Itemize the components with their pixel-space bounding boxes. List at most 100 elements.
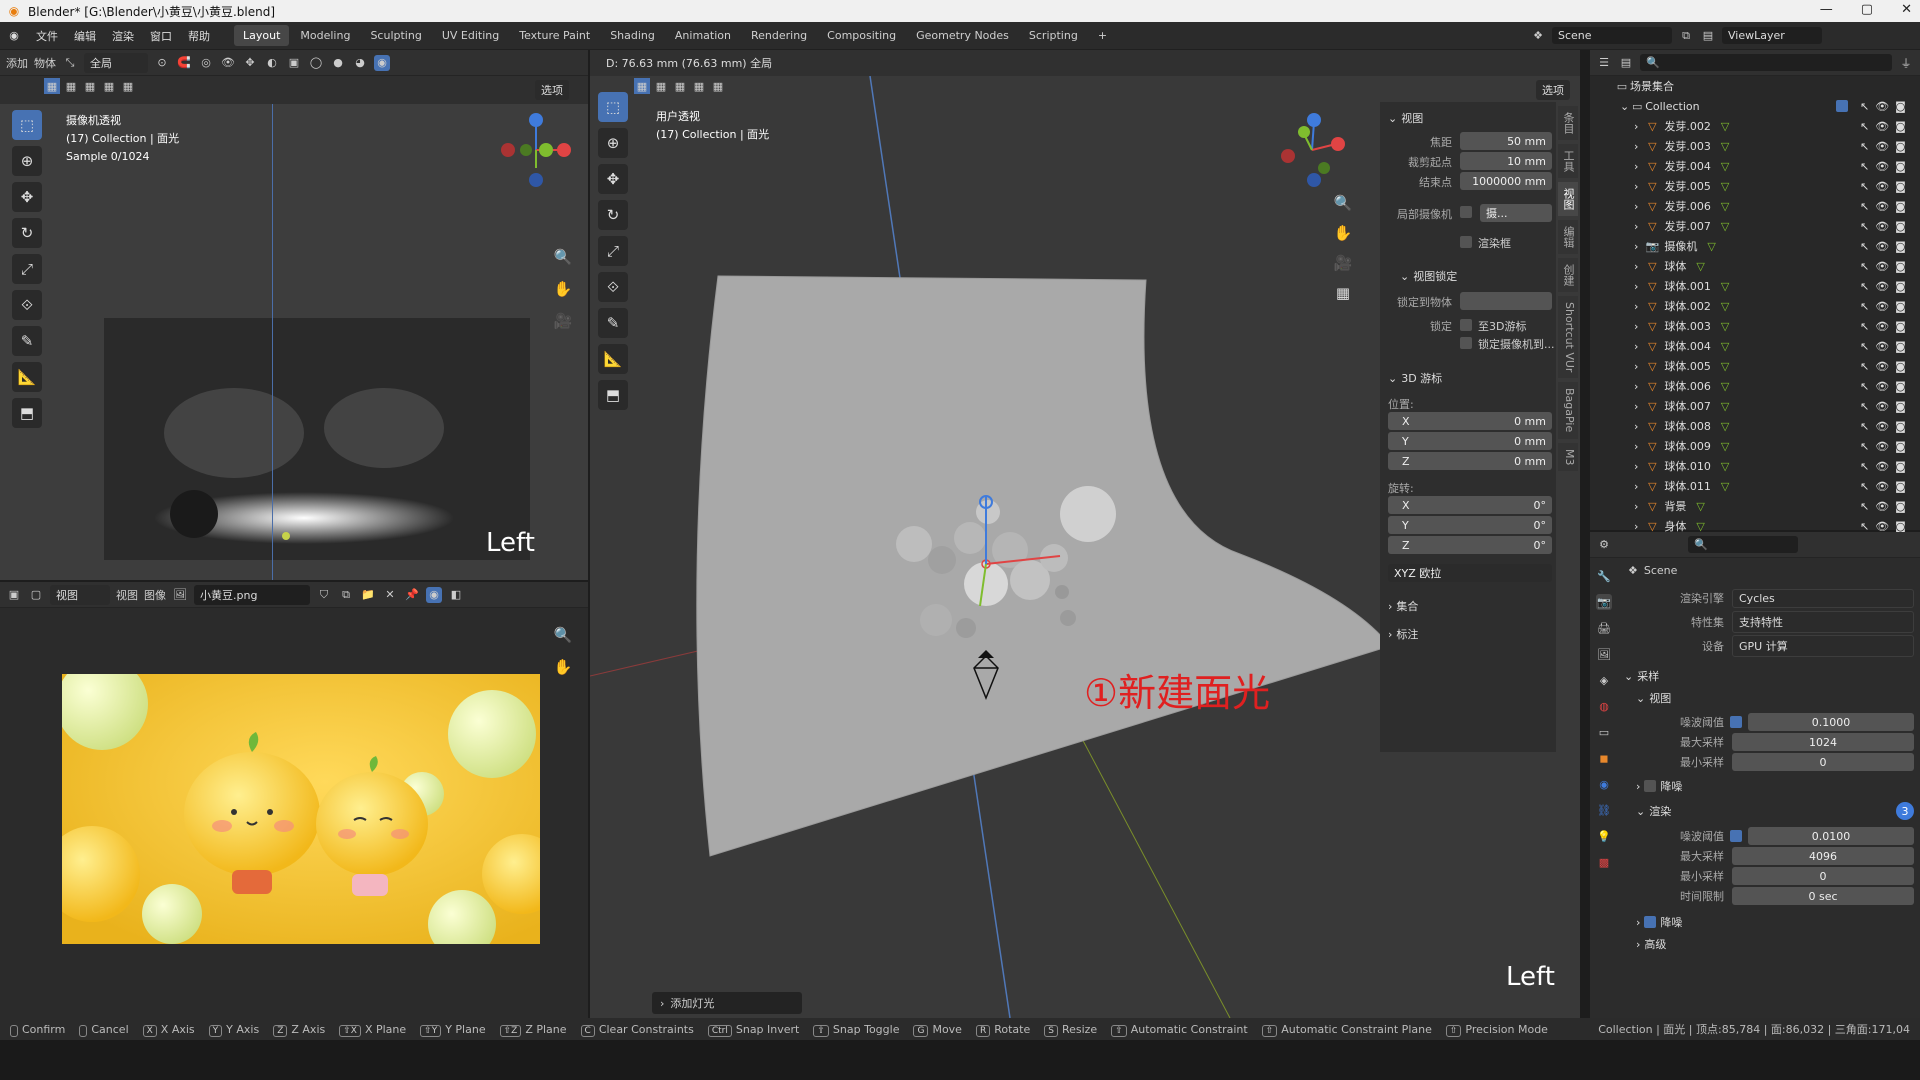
outliner-item[interactable]: › ▽ 球体.005 ▽ ↖👁◙	[1590, 356, 1920, 376]
outliner-item[interactable]: › ▽ 球体.008 ▽ ↖👁◙	[1590, 416, 1920, 436]
collection-section[interactable]: › 集合	[1388, 598, 1418, 614]
annotation-section[interactable]: › 标注	[1388, 626, 1418, 642]
outliner-item[interactable]: › ▽ 球体.001 ▽ ↖👁◙	[1590, 276, 1920, 296]
main-select-tool-icon[interactable]: ⬚	[598, 92, 628, 122]
view-lock-section[interactable]: ⌄ 视图锁定	[1400, 268, 1457, 284]
editor-type-icon[interactable]: ▣	[6, 587, 22, 603]
outliner-item[interactable]: › ▽ 球体.006 ▽ ↖👁◙	[1590, 376, 1920, 396]
expand-arrow-icon[interactable]: ›	[1634, 160, 1638, 173]
select-intersect-icon[interactable]: ▦	[120, 78, 136, 94]
menu-file[interactable]: 文件	[28, 28, 66, 44]
expand-arrow-icon[interactable]: ›	[1634, 220, 1638, 233]
main-pan-icon[interactable]: ✋	[1330, 220, 1356, 246]
tool-props-icon[interactable]: 🔧	[1596, 568, 1612, 584]
clip-start-field[interactable]: 10 mm	[1460, 152, 1552, 170]
vp-min-samples-field[interactable]: 0	[1732, 753, 1914, 771]
select-subtract-icon[interactable]: ▦	[82, 78, 98, 94]
main-grid-icon[interactable]: ▦	[1330, 280, 1356, 306]
vp-noise-threshold-field[interactable]: 0.1000	[1748, 713, 1914, 731]
main-camera-icon[interactable]: 🎥	[1330, 250, 1356, 276]
main-scale-tool-icon[interactable]: ⤢	[598, 236, 628, 266]
image-zoom-icon[interactable]: 🔍	[550, 622, 576, 648]
shading-rendered-icon[interactable]: ◉	[374, 54, 390, 71]
visibility-toggle-icons[interactable]: ↖👁◙	[1860, 180, 1912, 193]
tab-edit[interactable]: 编辑	[1558, 220, 1578, 254]
viewlayer-props-icon[interactable]: 🖼	[1596, 646, 1612, 662]
image-view-dropdown[interactable]: 视图	[50, 584, 110, 605]
image-menu-image[interactable]: 图像	[144, 587, 166, 603]
visibility-toggle-icons[interactable]: ↖👁◙	[1860, 280, 1912, 293]
visibility-toggle-icons[interactable]: ↖👁◙	[1860, 480, 1912, 493]
visibility-icon[interactable]: 👁	[220, 55, 236, 71]
vp-max-samples-field[interactable]: 1024	[1732, 733, 1914, 751]
tab-item[interactable]: 条目	[1558, 106, 1578, 140]
main-transform-tool-icon[interactable]: ⟐	[598, 272, 628, 302]
expand-arrow-icon[interactable]: ›	[1634, 340, 1638, 353]
tab-animation[interactable]: Animation	[666, 25, 740, 46]
scene-selector[interactable]: Scene	[1552, 27, 1672, 44]
main-add-cube-tool-icon[interactable]: ⬒	[598, 380, 628, 410]
outliner-item[interactable]: › ▽ 发芽.004 ▽ ↖👁◙	[1590, 156, 1920, 176]
outliner-item[interactable]: › ▽ 球体.007 ▽ ↖👁◙	[1590, 396, 1920, 416]
outliner-item[interactable]: › ▽ 球体.004 ▽ ↖👁◙	[1590, 336, 1920, 356]
clip-end-field[interactable]: 1000000 mm	[1460, 172, 1552, 190]
lock-object-field[interactable]	[1460, 292, 1552, 310]
rotate-tool-icon[interactable]: ↻	[12, 218, 42, 248]
main-rotate-tool-icon[interactable]: ↻	[598, 200, 628, 230]
menu-object[interactable]: 物体	[34, 55, 56, 71]
unlink-icon[interactable]: ✕	[382, 587, 398, 603]
visibility-toggle-icons[interactable]: ↖👁◙	[1860, 340, 1912, 353]
zoom-icon[interactable]: 🔍	[550, 244, 576, 270]
scene-collection-row[interactable]: ▭ 场景集合	[1590, 76, 1920, 96]
select-invert-icon[interactable]: ▦	[101, 78, 117, 94]
expand-arrow-icon[interactable]: ›	[1634, 440, 1638, 453]
image-menu-view[interactable]: 视图	[116, 587, 138, 603]
shield-icon[interactable]: ⛉	[316, 587, 332, 603]
main-zoom-icon[interactable]: 🔍	[1330, 190, 1356, 216]
properties-search-field[interactable]: 🔍	[1688, 536, 1798, 553]
overlay-toggle-icon[interactable]: ◉	[426, 586, 442, 603]
object-props-icon[interactable]: ◼	[1596, 750, 1612, 766]
cursor-section-header[interactable]: ⌄ 3D 游标	[1388, 370, 1442, 386]
main-cursor-tool-icon[interactable]: ⊕	[598, 128, 628, 158]
sampling-section[interactable]: ⌄ 采样	[1624, 668, 1914, 684]
blender-menu-icon[interactable]: ◉	[6, 28, 22, 44]
display-mode-icon[interactable]: ▤	[1618, 55, 1634, 71]
local-camera-field[interactable]: 摄...	[1480, 204, 1552, 222]
expand-arrow-icon[interactable]: ›	[1634, 400, 1638, 413]
lock-camera-checkbox[interactable]	[1460, 337, 1472, 349]
constraints-props-icon[interactable]: ⛓	[1596, 802, 1612, 818]
tab-view[interactable]: 视图	[1558, 182, 1578, 216]
expand-arrow-icon[interactable]: ›	[1634, 500, 1638, 513]
cursor-loc-z-field[interactable]: Z0 mm	[1388, 452, 1552, 470]
tab-texture-paint[interactable]: Texture Paint	[510, 25, 599, 46]
collection-row[interactable]: ⌄ ▭ Collection ↖👁◙	[1590, 96, 1920, 116]
visibility-toggle-icons[interactable]: ↖👁◙	[1860, 200, 1912, 213]
cursor-rot-x-field[interactable]: X 0°	[1388, 496, 1552, 514]
viewlayer-selector[interactable]: ViewLayer	[1722, 27, 1822, 44]
r-max-samples-field[interactable]: 4096	[1732, 847, 1914, 865]
navigation-gizmo[interactable]	[494, 108, 578, 192]
scale-tool-icon[interactable]: ⤢	[12, 254, 42, 284]
visibility-toggle-icons[interactable]: ↖👁◙	[1860, 160, 1912, 173]
r-noise-threshold-field[interactable]: 0.0100	[1748, 827, 1914, 845]
r-min-samples-field[interactable]: 0	[1732, 867, 1914, 885]
menu-add[interactable]: 添加	[6, 55, 28, 71]
texture-props-icon[interactable]: ▩	[1596, 854, 1612, 870]
data-props-icon[interactable]: 💡	[1596, 828, 1612, 844]
vp-denoise-checkbox[interactable]	[1644, 780, 1657, 792]
device-dropdown[interactable]: GPU 计算	[1732, 635, 1914, 657]
snap-icon[interactable]: 🧲	[176, 55, 192, 71]
visibility-toggle-icons[interactable]: ↖👁◙	[1860, 500, 1912, 513]
pin-icon[interactable]: 📌	[404, 587, 420, 603]
outliner-item[interactable]: › ▽ 发芽.005 ▽ ↖👁◙	[1590, 176, 1920, 196]
new-scene-icon[interactable]: ⧉	[1678, 28, 1694, 44]
tab-scripting[interactable]: Scripting	[1020, 25, 1087, 46]
xray-icon[interactable]: ▣	[286, 55, 302, 71]
cursor-tool-icon[interactable]: ⊕	[12, 146, 42, 176]
expand-arrow-icon[interactable]: ›	[1634, 140, 1638, 153]
main-navigation-gizmo[interactable]	[1270, 108, 1354, 192]
menu-render[interactable]: 渲染	[104, 28, 142, 44]
outliner-editor-icon[interactable]: ☰	[1596, 55, 1612, 71]
outliner-item[interactable]: › ▽ 球体.010 ▽ ↖👁◙	[1590, 456, 1920, 476]
